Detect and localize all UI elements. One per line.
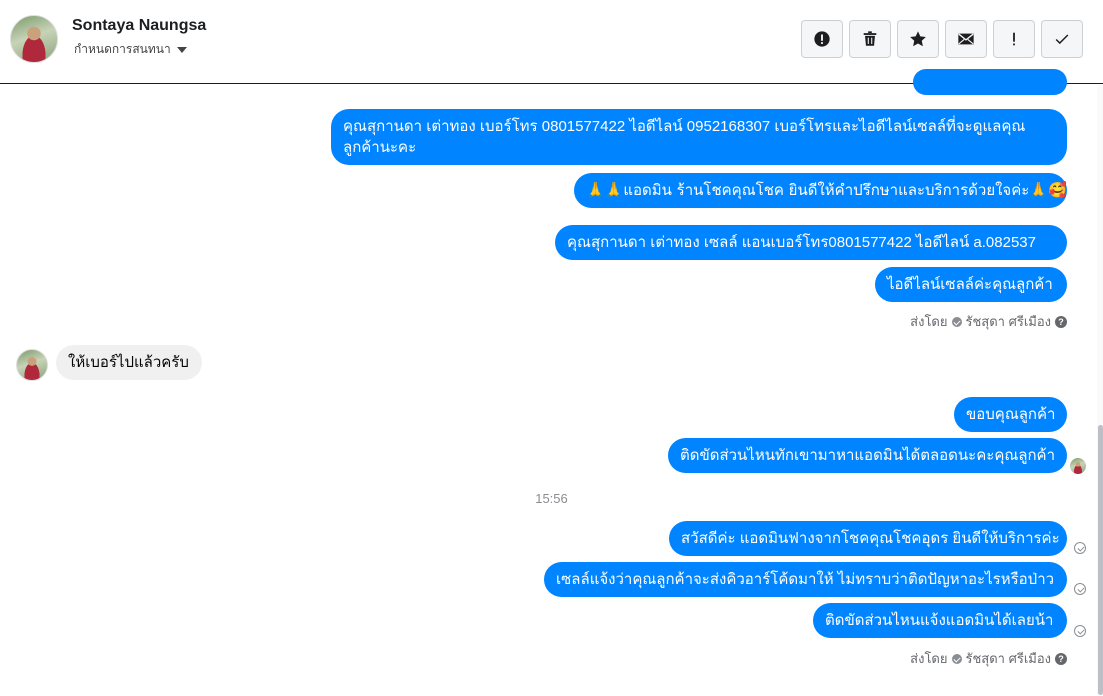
message-bubble-outgoing[interactable]: คุณสุกานดา เต่าทอง เซลล์ แอนเบอร์โทร0801… — [555, 225, 1067, 260]
exclamation-icon — [1013, 32, 1015, 46]
caret-down-icon — [176, 46, 187, 53]
mark-spam-button[interactable] — [801, 20, 843, 58]
message-text: ไอดีไลน์เซลล์ค่ะคุณลูกค้า — [887, 276, 1053, 293]
check-icon — [1055, 34, 1069, 45]
message-bubble-outgoing[interactable]: ไอดีไลน์เซลล์ค่ะคุณลูกค้า — [875, 267, 1067, 302]
contact-name[interactable]: Sontaya Naungsa — [72, 17, 206, 35]
message-bubble-outgoing[interactable]: คุณสุกานดา เต่าทอง เบอร์โทร 0801577422 ไ… — [331, 109, 1067, 165]
sent-by-prefix: ส่งโดย — [910, 314, 948, 329]
message-bubble-outgoing[interactable]: ติดขัดส่วนไหนแจ้งแอดมินได้เลยน้า — [813, 603, 1067, 638]
message-bubble-incoming[interactable]: ให้เบอร์ไปแล้วครับ — [56, 345, 202, 380]
message-bubble-outgoing[interactable]: ติดขัดส่วนไหนทักเขามาหาแอดมินได้ตลอดนะคะ… — [668, 438, 1067, 473]
verified-icon — [951, 653, 962, 664]
message-bubble-outgoing[interactable]: ขอบคุณลูกค้า — [954, 397, 1067, 432]
follow-up-button[interactable] — [993, 20, 1035, 58]
help-icon[interactable]: ? — [1055, 315, 1067, 328]
message-text: คุณสุกานดา เต่าทอง เซลล์ แอนเบอร์โทร0801… — [567, 234, 1036, 251]
conversation-label-text: กำหนดการสนทนา — [74, 42, 171, 56]
message-text: ขอบคุณลูกค้า — [966, 406, 1056, 423]
sent-by-prefix: ส่งโดย — [910, 651, 948, 666]
sender-avatar[interactable] — [16, 349, 48, 381]
sent-by-label: ส่งโดย รัชสุดา ศรีเมือง ? — [910, 311, 1067, 332]
mail-icon — [958, 33, 974, 45]
message-text: 🙏🙏แอดมิน ร้านโชคคุณโชค ยินดีให้คำปรึกษาแ… — [586, 181, 1067, 199]
seen-avatar — [1070, 458, 1086, 474]
scrollbar-track[interactable] — [1097, 85, 1103, 696]
conversation-label-dropdown[interactable]: กำหนดการสนทนา — [74, 40, 187, 59]
delete-button[interactable] — [849, 20, 891, 58]
message-bubble-outgoing[interactable]: สวัสดีค่ะ แอดมินฟางจากโชคคุณโชคอุดร ยินด… — [669, 521, 1067, 556]
help-icon[interactable]: ? — [1055, 652, 1067, 665]
conversation-toolbar — [801, 20, 1083, 58]
message-text: เซลล์แจ้งว่าคุณลูกค้าจะส่งคิวอาร์โค้ดมาใ… — [556, 571, 1055, 588]
message-text: คุณสุกานดา เต่าทอง เบอร์โทร 0801577422 ไ… — [343, 118, 1026, 156]
message-bubble-partial[interactable] — [913, 69, 1067, 95]
message-text: สวัสดีค่ะ แอดมินฟางจากโชคคุณโชคอุดร ยินด… — [681, 530, 1060, 547]
message-timestamp: 15:56 — [535, 491, 568, 506]
star-icon — [910, 31, 926, 47]
message-bubble-outgoing[interactable]: เซลล์แจ้งว่าคุณลูกค้าจะส่งคิวอาร์โค้ดมาใ… — [544, 562, 1067, 597]
contact-avatar[interactable] — [10, 15, 58, 63]
star-button[interactable] — [897, 20, 939, 58]
message-text: ติดขัดส่วนไหนแจ้งแอดมินได้เลยน้า — [825, 612, 1054, 629]
alert-circle-icon — [814, 31, 830, 47]
trash-icon — [863, 31, 877, 46]
message-text: ให้เบอร์ไปแล้วครับ — [68, 354, 189, 371]
sent-by-name[interactable]: รัชสุดา ศรีเมือง — [966, 648, 1052, 669]
message-thread: คุณสุกานดา เต่าทอง เบอร์โทร 0801577422 ไ… — [0, 69, 1103, 696]
mark-unread-button[interactable] — [945, 20, 987, 58]
sent-by-label: ส่งโดย รัชสุดา ศรีเมือง ? — [910, 648, 1067, 669]
mark-done-button[interactable] — [1041, 20, 1083, 58]
verified-icon — [951, 316, 962, 327]
delivered-check-icon — [1074, 583, 1086, 595]
message-bubble-outgoing[interactable]: 🙏🙏แอดมิน ร้านโชคคุณโชค ยินดีให้คำปรึกษาแ… — [574, 173, 1067, 208]
delivered-check-icon — [1074, 542, 1086, 554]
scrollbar-thumb[interactable] — [1098, 425, 1103, 695]
sent-by-name[interactable]: รัชสุดา ศรีเมือง — [966, 311, 1052, 332]
message-text: ติดขัดส่วนไหนทักเขามาหาแอดมินได้ตลอดนะคะ… — [680, 447, 1055, 464]
delivered-check-icon — [1074, 625, 1086, 637]
